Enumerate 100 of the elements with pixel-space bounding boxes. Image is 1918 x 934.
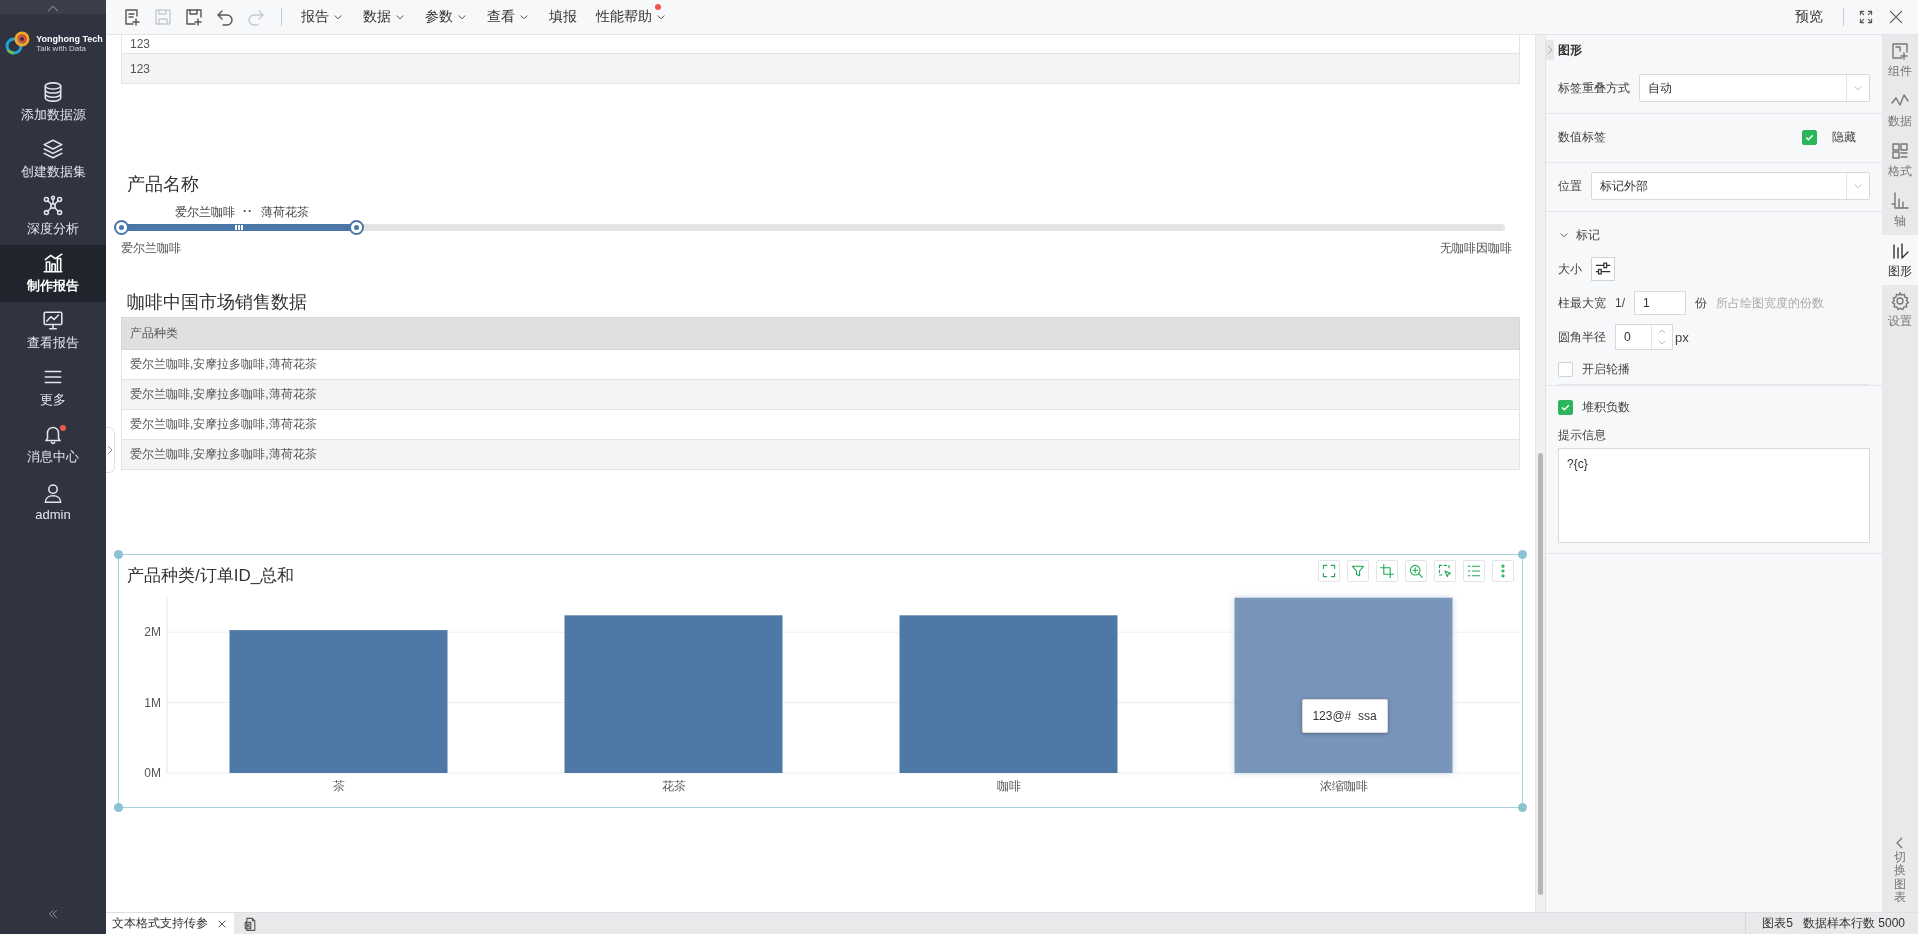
brand-name: Yonghong Tech — [36, 35, 103, 44]
range-label: 薄荷花茶 — [261, 204, 309, 221]
text-area[interactable]: ?{c} — [1558, 448, 1870, 543]
more-icon[interactable] — [1492, 560, 1514, 582]
sidebar-item[interactable]: 消息中心 — [0, 416, 106, 473]
resize-handle[interactable] — [114, 550, 123, 559]
field-label: 提示信息 — [1558, 426, 1606, 444]
checkbox[interactable] — [1558, 399, 1573, 415]
grid-icon — [1890, 140, 1910, 161]
axis-label: 1M — [144, 695, 161, 710]
chevron-left-icon — [1895, 837, 1905, 850]
sidebar-item[interactable]: admin — [0, 473, 106, 530]
settings-icon — [1890, 290, 1910, 311]
switch-chart-button[interactable]: 切换图表 — [1882, 837, 1918, 904]
table-title: 咖啡中国市场销售数据 — [127, 291, 308, 314]
expand-icon[interactable] — [1318, 560, 1340, 582]
table-cell: 爱尔兰咖啡,安摩拉多咖啡,薄荷花茶 — [121, 380, 1520, 410]
slider-title: 产品名称 — [127, 173, 200, 196]
side-tab[interactable]: 轴 — [1882, 185, 1918, 235]
document-tab[interactable]: 文本格式支持传参 — [106, 913, 234, 934]
save-as-icon[interactable] — [184, 7, 204, 27]
menu-item[interactable]: 查看 — [483, 8, 534, 26]
tooltip: 123@# ssa — [1301, 699, 1388, 733]
field-label: 大小 — [1558, 260, 1582, 278]
fullscreen-icon[interactable] — [1858, 9, 1874, 25]
side-tab[interactable]: 数据 — [1882, 85, 1918, 135]
close-icon[interactable] — [1888, 9, 1904, 25]
unit-label: px — [1675, 329, 1689, 345]
range-separator: ·· — [243, 204, 253, 220]
chart-name: 图表5 — [1762, 915, 1793, 932]
user-icon — [42, 481, 64, 504]
collapse-toggle[interactable] — [1546, 40, 1554, 60]
bar-chart-icon — [42, 252, 64, 274]
slider-min-label: 爱尔兰咖啡 — [121, 240, 181, 257]
checkbox[interactable] — [1802, 129, 1817, 145]
menu-item[interactable]: 性能帮助 — [592, 8, 671, 26]
axis-label: 浓缩咖啡 — [1319, 779, 1368, 793]
list-icon[interactable] — [1463, 560, 1485, 582]
resize-handle[interactable] — [1518, 550, 1527, 559]
dropdown[interactable]: 自动 — [1639, 74, 1870, 102]
bar-chart-icon — [1890, 240, 1910, 261]
table-cell: 123 — [121, 35, 1520, 54]
sliders-icon[interactable] — [1591, 257, 1615, 281]
checkbox-label: 隐藏 — [1832, 128, 1856, 146]
field-label: 位置 — [1558, 177, 1582, 195]
sidebar-item[interactable]: 添加数据源 — [0, 74, 106, 131]
slider-thumb[interactable] — [114, 220, 129, 235]
number-spinner[interactable]: 0 — [1615, 324, 1673, 350]
axis-label: 2M — [144, 625, 161, 640]
axis-label: 花茶 — [661, 779, 686, 793]
zoom-in-icon[interactable] — [1405, 560, 1427, 582]
menu-item[interactable]: 参数 — [421, 8, 472, 26]
resize-handle[interactable] — [114, 803, 123, 812]
sidebar-item[interactable]: 制作报告 — [0, 245, 106, 302]
field-label: 柱最大宽 — [1558, 294, 1606, 312]
menu-item[interactable]: 报告 — [297, 8, 348, 26]
sidebar-item[interactable]: 查看报告 — [0, 302, 106, 359]
checkbox-label: 堆积负数 — [1582, 398, 1630, 416]
select-icon[interactable] — [1434, 560, 1456, 582]
dropdown[interactable]: 标记外部 — [1591, 172, 1870, 200]
checkbox[interactable] — [1558, 361, 1573, 377]
side-tab[interactable]: 组件 — [1882, 35, 1918, 85]
network-icon — [42, 195, 64, 217]
grip-icon[interactable] — [234, 225, 243, 230]
number-field[interactable]: 1 — [1634, 291, 1686, 315]
chevron-right-icon — [107, 445, 113, 455]
slider-thumb[interactable] — [349, 220, 365, 235]
side-tab[interactable]: 设置 — [1882, 285, 1918, 335]
menu-item[interactable]: 数据 — [359, 8, 410, 26]
axis-label: 咖啡 — [996, 779, 1021, 793]
layers-icon — [42, 138, 64, 160]
monitor-chart-icon — [42, 309, 64, 331]
menu-item[interactable]: 填报 — [545, 8, 581, 26]
double-chevron-left-icon[interactable] — [46, 907, 60, 921]
field-label: 标签重叠方式 — [1558, 79, 1630, 97]
column-header[interactable]: 产品种类 — [121, 317, 1520, 350]
field-label: 数值标签 — [1558, 128, 1606, 146]
section-header[interactable]: 标记 — [1558, 218, 1870, 252]
side-tab[interactable]: 图形 — [1882, 235, 1918, 285]
sidebar-item[interactable]: 深度分析 — [0, 188, 106, 245]
chevron-right-icon — [1547, 45, 1553, 55]
side-toggle[interactable] — [106, 427, 115, 473]
bar[interactable] — [1234, 597, 1453, 773]
add-document-icon[interactable] — [122, 7, 142, 27]
preview-button[interactable]: 预览 — [1789, 7, 1829, 27]
range-label: 爱尔兰咖啡 — [175, 204, 235, 221]
sidebar-item[interactable]: 创建数据集 — [0, 131, 106, 188]
sidebar-item[interactable]: 更多 — [0, 359, 106, 416]
scrollbar[interactable] — [1538, 453, 1543, 895]
resize-handle[interactable] — [1518, 803, 1527, 812]
filter-icon[interactable] — [1347, 560, 1369, 582]
checkbox-label: 开启轮播 — [1582, 360, 1630, 378]
brand-tagline: Talk with Data — [36, 45, 87, 53]
crop-icon[interactable] — [1376, 560, 1398, 582]
sample-rows: 数据样本行数 5000 — [1802, 915, 1905, 932]
field-hint: 所占绘图宽度的份数 — [1716, 294, 1824, 312]
table-cell: 爱尔兰咖啡,安摩拉多咖啡,薄荷花茶 — [121, 440, 1520, 470]
field-prefix: 1/ — [1615, 296, 1625, 310]
excel-file-icon[interactable] — [242, 915, 258, 932]
side-tab[interactable]: 格式 — [1882, 135, 1918, 185]
